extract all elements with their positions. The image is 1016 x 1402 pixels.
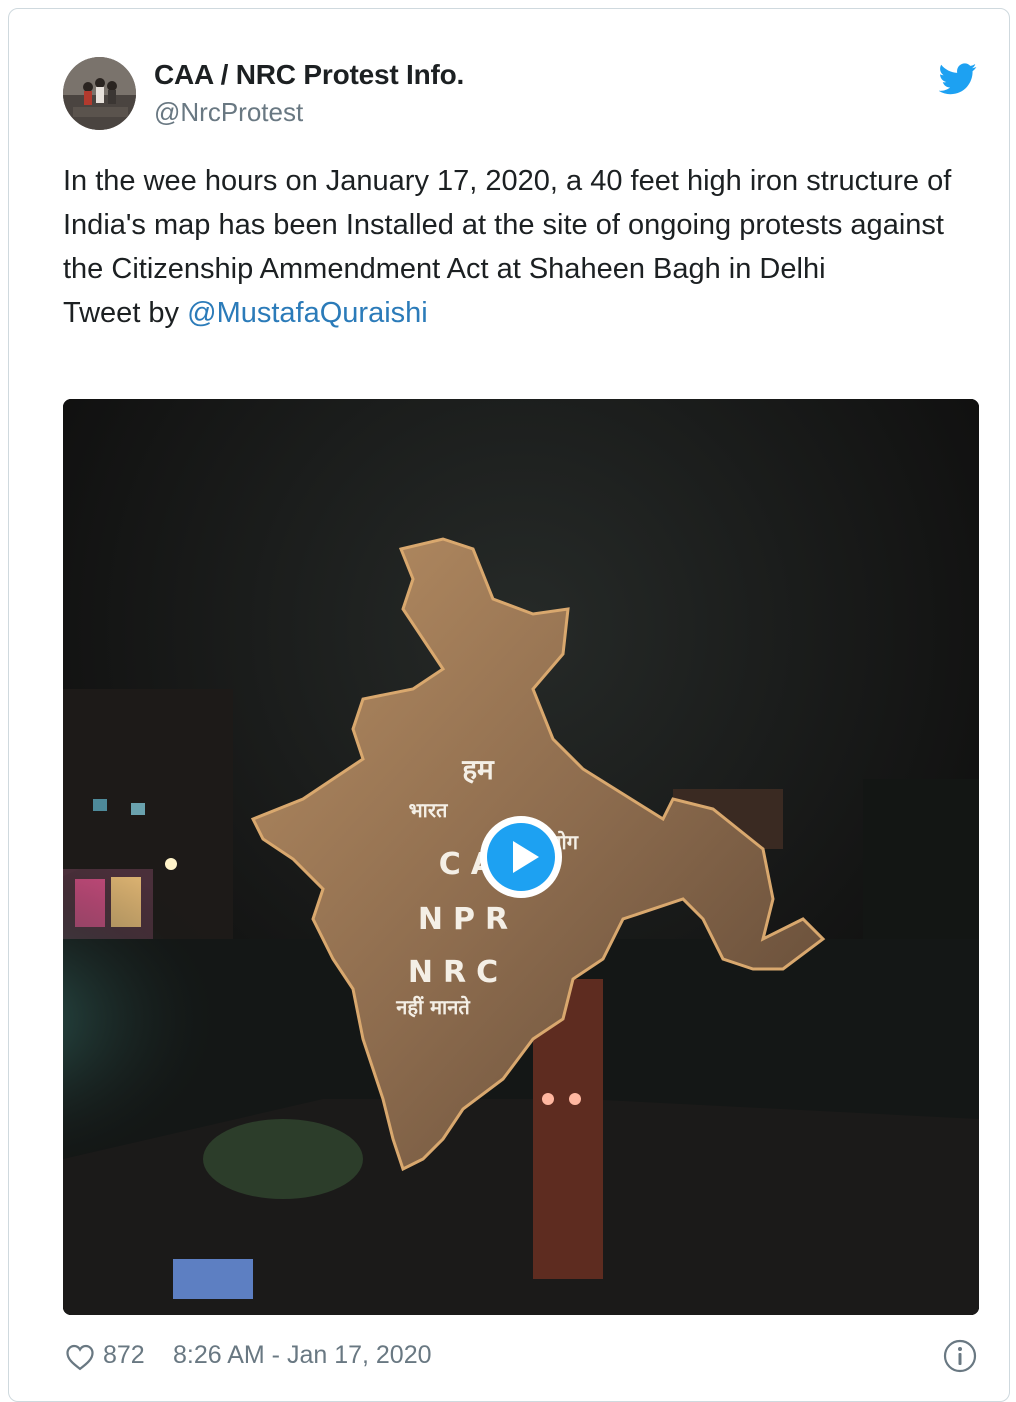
tweet-attribution: Tweet by @MustafaQuraishi [63, 291, 983, 335]
tweet-text: In the wee hours on January 17, 2020, a … [63, 165, 952, 285]
overlay-line-2-left: भारत [409, 798, 449, 822]
overlay-line-4: NPR [418, 902, 518, 937]
overlay-line-5: NRC [408, 955, 508, 990]
attribution-prefix: Tweet by [63, 297, 180, 329]
author-handle[interactable]: @NrcProtest [154, 97, 303, 128]
overlay-line-1: हम [461, 753, 495, 786]
mention-link[interactable]: @MustafaQuraishi [187, 297, 428, 329]
video-media[interactable]: हम भारत लोग CAA NPR NRC नहीं मानते [63, 399, 979, 1315]
heart-icon [66, 1344, 94, 1371]
avatar-photo [63, 57, 136, 130]
twitter-bird-icon[interactable] [939, 63, 977, 95]
info-icon[interactable] [943, 1339, 977, 1373]
like-count: 872 [103, 1341, 145, 1369]
tweet-footer: 872 8:26 AM - Jan 17, 2020 [63, 1339, 983, 1375]
tweet-card: CAA / NRC Protest Info. @NrcProtest In t… [8, 8, 1010, 1402]
timestamp-link[interactable]: 8:26 AM - Jan 17, 2020 [173, 1341, 432, 1370]
play-icon [487, 823, 555, 891]
overlay-line-6: नहीं मानते [395, 995, 471, 1019]
tweet-body: In the wee hours on January 17, 2020, a … [63, 159, 983, 335]
play-button[interactable] [480, 816, 562, 898]
author-name[interactable]: CAA / NRC Protest Info. [154, 59, 464, 91]
avatar[interactable] [63, 57, 136, 130]
